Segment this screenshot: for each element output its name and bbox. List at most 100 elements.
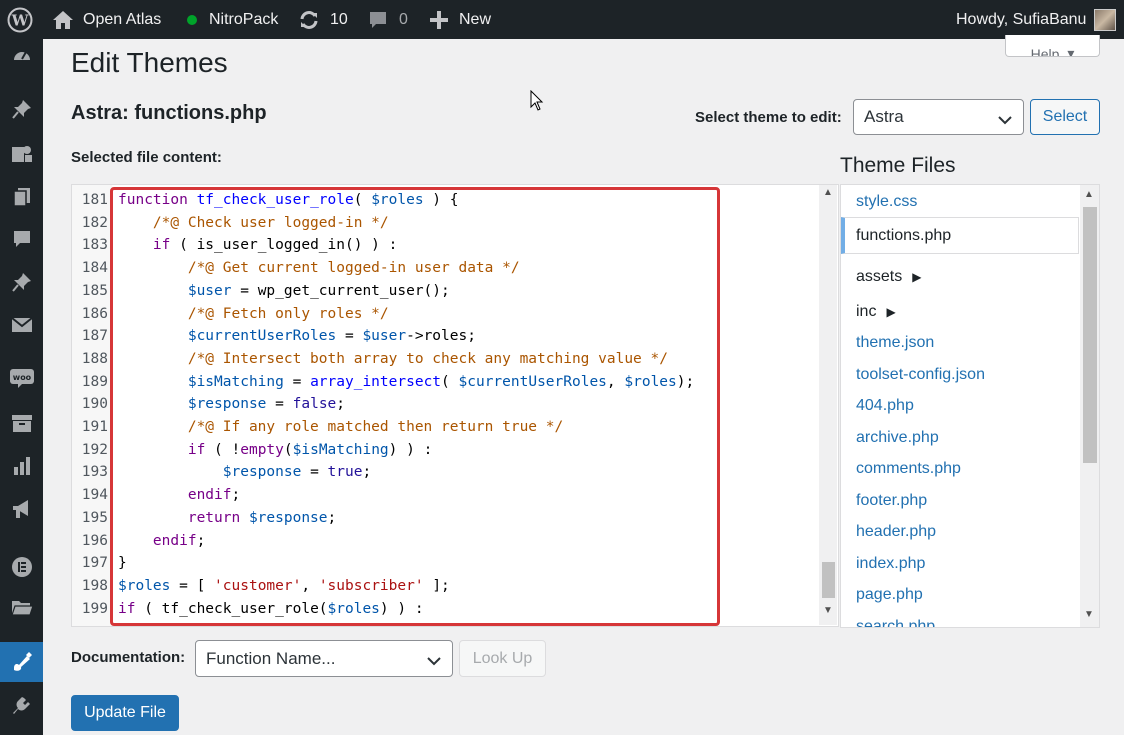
look-up-button[interactable]: Look Up — [459, 640, 546, 677]
code-token: /*@ Get current logged-in user data */ — [187, 260, 520, 277]
menu-plugins[interactable] — [0, 689, 43, 723]
menu-mail[interactable] — [0, 308, 43, 342]
theme-file-item[interactable]: 404.php — [841, 390, 1079, 422]
code-line[interactable]: 189 $isMatching = array_intersect( $curr… — [72, 371, 820, 394]
file-label: comments.php — [856, 460, 961, 477]
file-label: style.css — [856, 193, 918, 210]
code-token: ; — [327, 509, 337, 526]
nitropack-menu[interactable]: NitroPack — [187, 0, 278, 39]
theme-file-item[interactable]: functions.php — [841, 217, 1079, 254]
code-token: ( is_user_logged_in() ) : — [170, 237, 398, 254]
files-scroll-thumb[interactable] — [1083, 207, 1097, 463]
menu-folders[interactable] — [0, 591, 43, 625]
scroll-down-arrow-icon[interactable]: ▼ — [1084, 609, 1094, 620]
wordpress-logo-icon[interactable]: W — [7, 0, 33, 39]
menu-comments[interactable] — [0, 222, 43, 256]
code-text: $isMatching = array_intersect( $currentU… — [118, 371, 694, 394]
code-line[interactable]: 193 $response = true; — [72, 461, 820, 484]
scroll-up-arrow-icon[interactable]: ▲ — [1084, 189, 1094, 200]
expand-arrow-icon[interactable]: ▶ — [886, 305, 895, 319]
function-name-select[interactable]: Function Name... — [195, 640, 453, 677]
line-number: 186 — [81, 305, 108, 322]
code-line[interactable]: 188 /*@ Intersect both array to check an… — [72, 348, 820, 371]
code-line[interactable]: 192 if ( !empty($isMatching) ) : — [72, 439, 820, 462]
code-line[interactable]: 196 endif; — [72, 530, 820, 553]
theme-folder-item[interactable]: inc ▶ — [841, 296, 1079, 328]
code-line[interactable]: 185 $user = wp_get_current_user(); — [72, 280, 820, 303]
pin-icon — [11, 99, 32, 119]
select-theme-button[interactable]: Select — [1030, 99, 1100, 135]
theme-file-item[interactable]: comments.php — [841, 453, 1079, 485]
line-number: 198 — [81, 577, 108, 594]
theme-file-item[interactable]: style.css — [841, 186, 1079, 218]
code-token: empty — [240, 441, 284, 458]
woocommerce-icon: woo — [9, 368, 34, 388]
code-token: $roles — [371, 192, 424, 208]
file-label: footer.php — [856, 492, 928, 509]
files-scrollbar[interactable]: ▲ ▼ — [1080, 185, 1099, 627]
elementor-icon — [11, 556, 33, 578]
theme-select[interactable]: Astra — [853, 99, 1024, 135]
code-token: return — [187, 509, 249, 526]
code-line[interactable]: 181 function tf_check_user_role( $roles )… — [72, 189, 820, 212]
help-tab[interactable]: Help ▾ — [1005, 35, 1100, 57]
theme-file-item[interactable]: page.php — [841, 579, 1079, 611]
code-line[interactable]: 186 /*@ Fetch only roles */ — [72, 303, 820, 326]
theme-file-item[interactable]: footer.php — [841, 485, 1079, 517]
code-line[interactable]: 194 endif; — [72, 484, 820, 507]
menu-posts[interactable] — [0, 92, 43, 126]
theme-file-item[interactable]: header.php — [841, 516, 1079, 548]
file-label: header.php — [856, 523, 937, 540]
code-token: , — [301, 577, 319, 594]
code-line[interactable]: 198 $roles = [ 'customer', 'subscriber' ]… — [72, 575, 820, 598]
site-name-menu[interactable]: Open Atlas — [52, 0, 161, 39]
theme-file-item[interactable]: search.php — [841, 611, 1079, 627]
code-line[interactable]: 191 /*@ If any role matched then return … — [72, 416, 820, 439]
menu-media[interactable] — [0, 137, 43, 171]
menu-elementor[interactable] — [0, 550, 43, 584]
theme-file-item[interactable]: index.php — [841, 548, 1079, 580]
menu-analytics[interactable] — [0, 449, 43, 483]
code-line[interactable]: 190 $response = false; — [72, 393, 820, 416]
code-line[interactable]: 182 /*@ Check user logged-in */ — [72, 212, 820, 235]
comments-menu[interactable]: 0 — [368, 0, 408, 39]
menu-appearance[interactable] — [0, 642, 43, 682]
update-file-button[interactable]: Update File — [71, 695, 179, 731]
new-content-menu[interactable]: New — [430, 0, 491, 39]
updates-menu[interactable]: 10 — [298, 0, 348, 39]
code-text: if ( tf_check_user_role($roles) ) : — [118, 598, 424, 621]
menu-dashboard[interactable] — [0, 39, 43, 73]
menu-custom-post[interactable] — [0, 265, 43, 299]
editor-scroll-thumb[interactable] — [822, 562, 835, 598]
menu-products[interactable] — [0, 406, 43, 440]
expand-arrow-icon[interactable]: ▶ — [912, 270, 921, 284]
theme-file-item[interactable]: archive.php — [841, 422, 1079, 454]
code-token: ( ! — [205, 441, 241, 458]
code-editor[interactable]: 181 function tf_check_user_role( $roles )… — [71, 184, 839, 627]
editor-scrollbar[interactable]: ▲ ▼ — [819, 185, 837, 625]
code-line[interactable]: 187 $currentUserRoles = $user->roles; — [72, 325, 820, 348]
code-line[interactable]: 183 if ( is_user_logged_in() ) : — [72, 234, 820, 257]
menu-marketing[interactable] — [0, 492, 43, 526]
menu-woocommerce[interactable]: woo — [0, 361, 43, 395]
theme-file-item[interactable]: toolset-config.json — [841, 359, 1079, 391]
code-line[interactable]: 195 return $response; — [72, 507, 820, 530]
code-line[interactable]: 184 /*@ Get current logged-in user data … — [72, 257, 820, 280]
theme-file-item[interactable]: theme.json — [841, 327, 1079, 359]
code-token: $roles — [624, 373, 677, 390]
chevron-down-icon: ▾ — [1067, 45, 1075, 57]
theme-folder-item[interactable]: assets ▶ — [841, 261, 1079, 293]
menu-pages[interactable] — [0, 180, 43, 214]
code-line[interactable]: 197} — [72, 552, 820, 575]
scroll-up-arrow-icon[interactable]: ▲ — [823, 187, 833, 198]
code-token: 'customer' — [214, 577, 302, 594]
code-line[interactable]: 199 if ( tf_check_user_role($roles) ) : — [72, 598, 820, 621]
account-menu[interactable]: Howdy, SufiaBanu — [956, 0, 1117, 39]
chevron-down-icon — [997, 111, 1013, 131]
code-token: , — [606, 373, 625, 390]
updates-count: 10 — [330, 10, 348, 28]
code-token: $roles — [118, 577, 171, 594]
scroll-down-arrow-icon[interactable]: ▼ — [823, 605, 833, 616]
